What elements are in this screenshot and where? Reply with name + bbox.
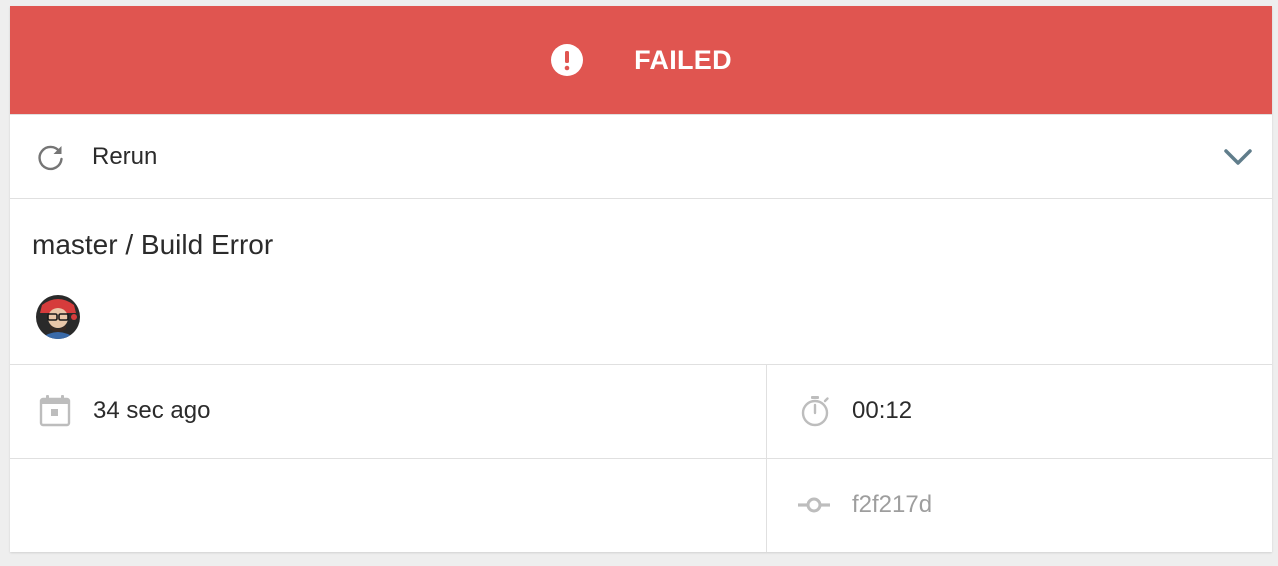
build-title: master / Build Error (32, 229, 274, 260)
stopwatch-icon (801, 396, 829, 427)
commit-icon (798, 497, 830, 513)
status-banner: FAILED (10, 6, 1272, 114)
started-cell: 34 sec ago (10, 365, 767, 458)
calendar-icon (39, 395, 71, 427)
empty-cell (10, 459, 767, 552)
commit-cell[interactable]: f2f217d (767, 459, 1272, 552)
rerun-row[interactable]: Rerun (10, 114, 1272, 198)
build-info: master / Build Error (10, 198, 1272, 364)
commit-row: f2f217d (10, 458, 1272, 552)
avatar (36, 295, 80, 339)
build-card: FAILED Rerun master / Build Error 34 sec… (10, 6, 1272, 552)
exclamation-circle-icon (551, 44, 584, 76)
duration-value: 00:12 (852, 397, 913, 424)
chevron-down-icon[interactable] (1222, 143, 1254, 171)
started-time: 34 sec ago (93, 397, 211, 424)
duration-cell: 00:12 (767, 365, 1272, 458)
rerun-button[interactable]: Rerun (92, 143, 157, 171)
refresh-icon[interactable] (36, 142, 66, 172)
status-label: FAILED (634, 44, 732, 75)
commit-sha-link[interactable]: f2f217d (852, 491, 932, 519)
timing-row: 34 sec ago 00:12 (10, 364, 1272, 458)
